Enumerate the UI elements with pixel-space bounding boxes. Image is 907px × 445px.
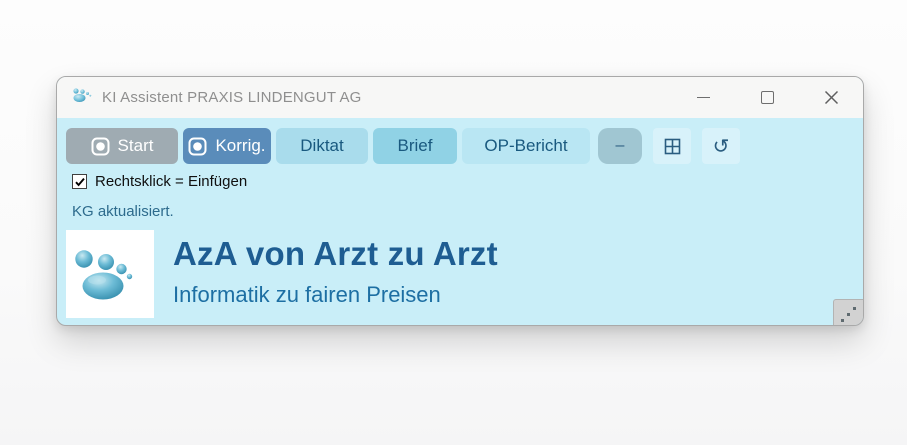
korrig-button-label: Korrig. — [215, 136, 265, 156]
checkmark-icon — [74, 176, 86, 188]
korrig-button[interactable]: Korrig. — [183, 128, 271, 164]
collapse-button[interactable]: – — [598, 128, 642, 164]
grip-dot — [847, 313, 850, 316]
window-controls — [671, 77, 863, 118]
record-icon — [91, 137, 110, 156]
aza-logo — [66, 230, 154, 318]
desktop-background: KI Assistent PRAXIS LINDENGUT AG — [0, 0, 907, 445]
rightclick-checkbox[interactable] — [72, 174, 87, 189]
collapse-icon: – — [616, 137, 625, 155]
grid-icon — [664, 138, 681, 155]
brand-subtitle: Informatik zu fairen Preisen — [173, 282, 498, 308]
app-window: KI Assistent PRAXIS LINDENGUT AG — [56, 76, 864, 326]
maximize-icon — [761, 91, 774, 104]
titlebar[interactable]: KI Assistent PRAXIS LINDENGUT AG — [57, 77, 863, 118]
brief-button-label: Brief — [398, 136, 433, 156]
close-icon — [824, 90, 839, 105]
grip-dot — [841, 319, 844, 322]
brand-heading: AzA von Arzt zu Arzt — [173, 235, 498, 273]
minimize-button[interactable] — [671, 77, 735, 118]
brand-text: AzA von Arzt zu Arzt Informatik zu faire… — [173, 230, 498, 308]
brief-button[interactable]: Brief — [373, 128, 457, 164]
close-button[interactable] — [799, 77, 863, 118]
minimize-icon — [697, 97, 710, 98]
diktat-button[interactable]: Diktat — [276, 128, 368, 164]
diktat-button-label: Diktat — [300, 136, 343, 156]
refresh-icon: ↺ — [713, 136, 730, 156]
app-drops-icon — [71, 86, 93, 109]
status-message: KG aktualisiert. — [72, 203, 863, 220]
op-bericht-button[interactable]: OP-Bericht — [462, 128, 590, 164]
branding-area: AzA von Arzt zu Arzt Informatik zu faire… — [66, 230, 863, 318]
grid-button[interactable] — [653, 128, 691, 164]
start-button-label: Start — [118, 136, 154, 156]
toolbar: Start Korrig. Diktat Brief OP-Berich — [66, 128, 863, 164]
grip-dot — [853, 307, 856, 310]
op-bericht-button-label: OP-Bericht — [484, 136, 567, 156]
record-icon — [188, 137, 207, 156]
client-area: Start Korrig. Diktat Brief OP-Berich — [57, 118, 863, 326]
rightclick-checkbox-label: Rechtsklick = Einfügen — [95, 173, 247, 190]
maximize-button[interactable] — [735, 77, 799, 118]
refresh-button[interactable]: ↺ — [702, 128, 740, 164]
rightclick-paste-option[interactable]: Rechtsklick = Einfügen — [72, 173, 247, 190]
window-title: KI Assistent PRAXIS LINDENGUT AG — [102, 89, 362, 106]
resize-grip[interactable] — [833, 299, 863, 326]
start-button[interactable]: Start — [66, 128, 178, 164]
